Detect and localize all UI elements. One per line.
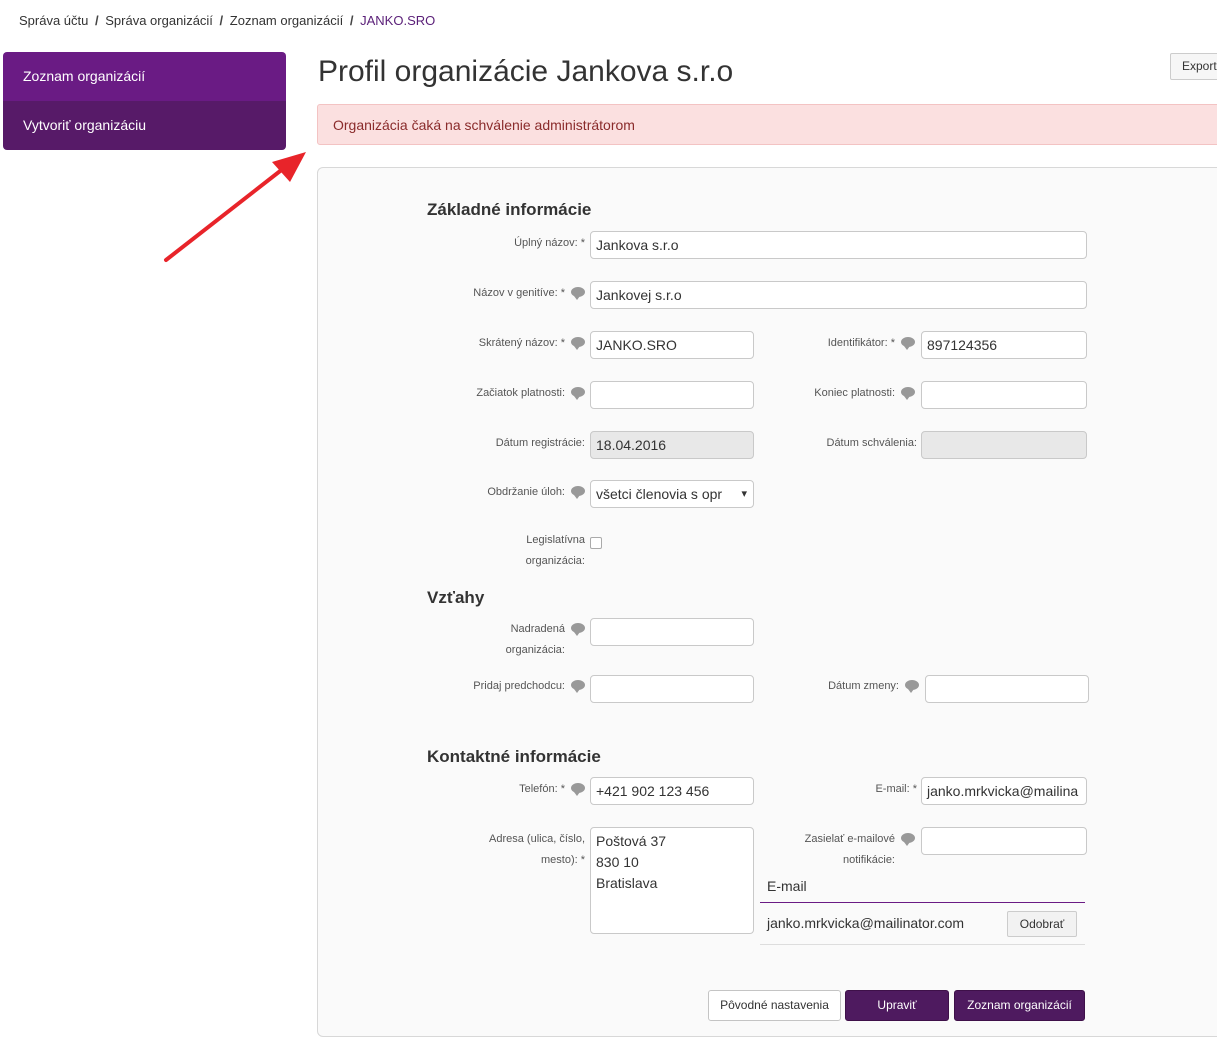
section-title-relations: Vzťahy <box>427 588 485 607</box>
comment-icon[interactable] <box>901 833 915 846</box>
parent-label: Nadradená organizácia: <box>430 620 585 659</box>
address-label-line1: Adresa (ulica, číslo, <box>489 833 585 845</box>
breadcrumb-separator: / <box>95 13 99 28</box>
page-title: Profil organizácie Jankova s.r.o <box>318 55 734 88</box>
tasks-label-text: Obdržanie úloh: <box>487 486 565 498</box>
predecessor-label-text: Pridaj predchodcu: <box>473 680 565 692</box>
approval-date-input <box>921 431 1087 459</box>
sidebar: Zoznam organizácií Vytvoriť organizáciu <box>3 52 286 150</box>
notify-label-line2: notifikácie: <box>843 854 895 866</box>
legislative-label-line1: Legislatívna <box>526 534 585 546</box>
export-button[interactable]: Export <box>1170 53 1217 80</box>
email-input[interactable]: janko.mrkvicka@mailina <box>921 777 1087 805</box>
full-name-input[interactable]: Jankova s.r.o <box>590 231 1087 259</box>
valid-to-label: Koniec platnosti: <box>760 384 915 402</box>
registration-date-input: 18.04.2016 <box>590 431 754 459</box>
breadcrumb-item-account[interactable]: Správa účtu <box>19 13 88 28</box>
email-table: E-mail janko.mrkvicka@mailinator.com Odo… <box>760 871 1085 945</box>
sidebar-item-create-org[interactable]: Vytvoriť organizáciu <box>3 101 286 150</box>
notify-input[interactable] <box>921 827 1087 855</box>
comment-icon[interactable] <box>571 783 585 796</box>
predecessor-label: Pridaj predchodcu: <box>400 677 585 695</box>
comment-icon[interactable] <box>571 387 585 400</box>
legislative-label-line2: organizácia: <box>525 555 585 567</box>
tasks-label: Obdržanie úloh: <box>400 483 585 501</box>
comment-icon[interactable] <box>571 486 585 499</box>
identifier-label-text: Identifikátor: * <box>827 337 895 349</box>
short-name-label: Skrátený názov: * <box>400 334 585 352</box>
parent-label-line2: organizácia: <box>505 644 565 656</box>
genitive-input[interactable]: Jankovej s.r.o <box>590 281 1087 309</box>
parent-label-text: Nadradená <box>510 623 565 635</box>
genitive-label-text: Názov v genitíve: * <box>473 287 565 299</box>
registration-date-label: Dátum registrácie: <box>495 437 585 449</box>
short-name-label-text: Skrátený názov: * <box>478 337 565 349</box>
reset-button[interactable]: Pôvodné nastavenia <box>708 990 841 1021</box>
valid-from-label-text: Začiatok platnosti: <box>476 387 565 399</box>
red-arrow-annotation <box>164 152 306 262</box>
notify-label-line1: Zasielať e-mailové <box>760 830 915 848</box>
comment-icon[interactable] <box>571 680 585 693</box>
comment-icon[interactable] <box>901 337 915 350</box>
address-label-line2: mesto): * <box>540 854 585 866</box>
approval-date-label: Dátum schválenia: <box>826 437 918 449</box>
legislative-checkbox[interactable] <box>590 537 602 549</box>
address-label: Adresa (ulica, číslo, mesto): * <box>430 830 585 869</box>
comment-icon[interactable] <box>571 623 585 636</box>
address-line-city: Bratislava <box>596 875 658 891</box>
phone-label: Telefón: * <box>400 780 585 798</box>
short-name-input[interactable]: JANKO.SRO <box>590 331 754 359</box>
valid-to-label-text: Koniec platnosti: <box>814 387 895 399</box>
section-title-basic: Základné informácie <box>427 200 592 219</box>
section-title-contact: Kontaktné informácie <box>427 747 601 766</box>
breadcrumb-item-org-management[interactable]: Správa organizácií <box>105 13 213 28</box>
email-row-value: janko.mrkvicka@mailinator.com <box>767 915 965 931</box>
comment-icon[interactable] <box>901 387 915 400</box>
valid-to-input[interactable] <box>921 381 1087 409</box>
breadcrumb-separator: / <box>219 13 224 28</box>
parent-label-line1: Nadradená <box>430 620 585 638</box>
email-table-header: E-mail <box>760 871 1085 903</box>
comment-icon[interactable] <box>905 680 919 693</box>
change-date-input[interactable] <box>925 675 1089 703</box>
breadcrumb-separator: / <box>349 13 354 28</box>
sidebar-item-org-list[interactable]: Zoznam organizácií <box>3 52 286 101</box>
email-label: E-mail: * <box>875 783 917 795</box>
change-date-label: Dátum zmeny: <box>760 677 919 695</box>
full-name-label: Úplný názov: * <box>514 237 585 249</box>
edit-button[interactable]: Upraviť <box>845 990 949 1021</box>
phone-input[interactable]: +421 902 123 456 <box>590 777 754 805</box>
remove-email-button[interactable]: Odobrať <box>1007 911 1077 937</box>
valid-from-label: Začiatok platnosti: <box>400 384 585 402</box>
breadcrumb: Správa účtu / Správa organizácií / Zozna… <box>19 13 435 28</box>
tasks-select[interactable]: všetci členovia s opr <box>590 480 754 508</box>
change-date-label-text: Dátum zmeny: <box>828 680 899 692</box>
identifier-input[interactable]: 897124356 <box>921 331 1087 359</box>
org-list-button[interactable]: Zoznam organizácií <box>954 990 1085 1021</box>
address-line-zip: 830 10 <box>596 854 639 870</box>
notify-label-text: Zasielať e-mailové <box>804 833 895 845</box>
comment-icon[interactable] <box>571 287 585 300</box>
breadcrumb-item-org-list[interactable]: Zoznam organizácií <box>230 13 343 28</box>
genitive-label: Názov v genitíve: * <box>400 284 585 302</box>
breadcrumb-current: JANKO.SRO <box>360 13 436 28</box>
predecessor-input[interactable] <box>590 675 754 703</box>
address-textarea[interactable]: Poštová 37 830 10 Bratislava <box>590 827 754 934</box>
valid-from-input[interactable] <box>590 381 754 409</box>
identifier-label: Identifikátor: * <box>760 334 915 352</box>
legislative-label: Legislatívna organizácia: <box>450 531 585 570</box>
phone-label-text: Telefón: * <box>519 783 565 795</box>
address-line-street: Poštová 37 <box>596 833 667 849</box>
pending-approval-alert: Organizácia čaká na schválenie administr… <box>317 104 1217 145</box>
parent-input[interactable] <box>590 618 754 646</box>
table-row: janko.mrkvicka@mailinator.com Odobrať <box>760 903 1085 945</box>
notify-label: Zasielať e-mailové notifikácie: <box>760 830 915 869</box>
comment-icon[interactable] <box>571 337 585 350</box>
tasks-select-value: všetci členovia s opr <box>596 486 723 502</box>
